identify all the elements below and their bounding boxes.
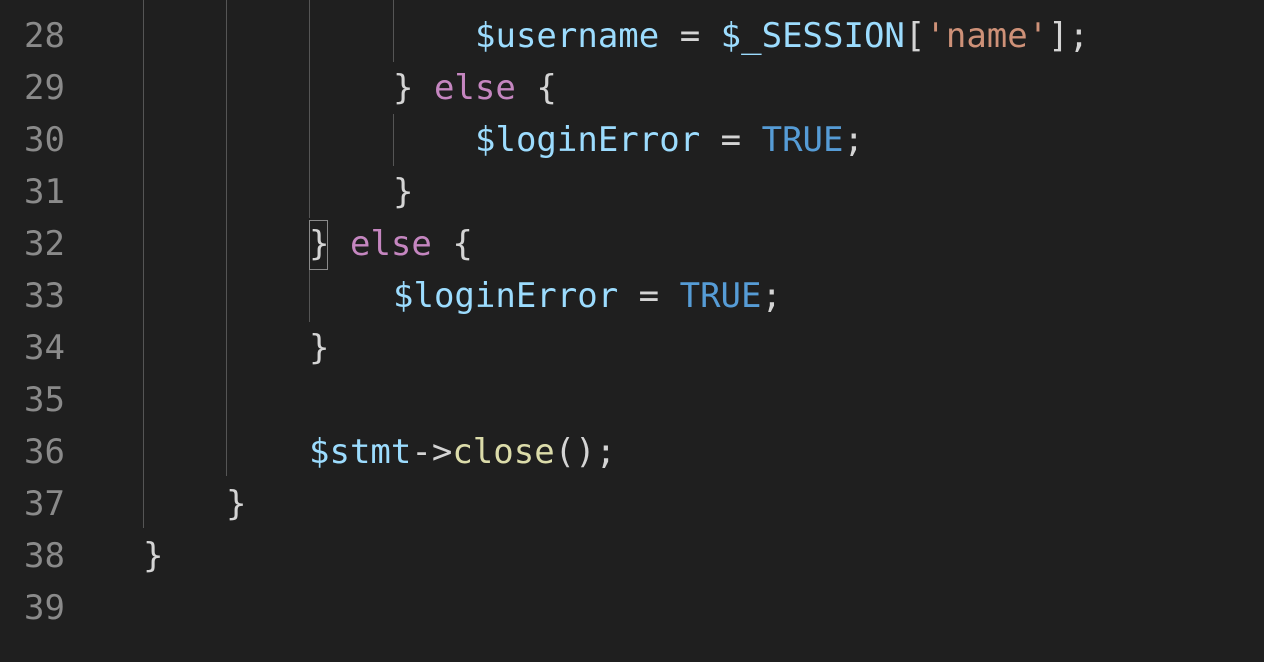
code-token: } xyxy=(309,224,330,264)
code-text[interactable]: $username = $_SESSION['name']; xyxy=(475,10,1089,62)
code-line[interactable]: 32} else { xyxy=(0,218,1264,270)
code-token: = xyxy=(700,120,762,160)
code-token: $loginError xyxy=(475,120,701,160)
code-token: } xyxy=(143,536,164,576)
code-token: 'name' xyxy=(925,16,1049,56)
line-number: 28 xyxy=(24,16,65,56)
code-token: -> xyxy=(411,432,453,472)
code-editor[interactable]: 28 $username = $_SESSION['name']; 29} else… xyxy=(0,0,1264,662)
code-token: { xyxy=(515,68,557,108)
code-text[interactable]: $loginError = TRUE; xyxy=(475,114,864,166)
code-line[interactable]: 39 xyxy=(0,582,1264,634)
code-token: } xyxy=(309,328,330,368)
line-number: 32 xyxy=(24,224,65,264)
code-token: else xyxy=(349,224,432,264)
code-token: = xyxy=(618,276,680,316)
line-number: 34 xyxy=(24,328,65,368)
code-line[interactable]: 36 $stmt->close(); xyxy=(0,426,1264,478)
line-number: 38 xyxy=(24,536,65,576)
code-text[interactable]: } xyxy=(143,530,163,582)
code-token: close xyxy=(452,432,555,472)
code-line[interactable]: 31} xyxy=(0,166,1264,218)
code-token: $loginError xyxy=(393,276,619,316)
code-token: $_SESSION xyxy=(720,16,905,56)
code-text[interactable]: } else { xyxy=(309,218,473,270)
line-number: 29 xyxy=(24,68,65,108)
code-text[interactable]: } else { xyxy=(393,62,557,114)
code-text[interactable]: $stmt->close(); xyxy=(309,426,616,478)
code-token: $username xyxy=(475,16,660,56)
code-token: { xyxy=(431,224,473,264)
line-number: 33 xyxy=(24,276,65,316)
line-number: 35 xyxy=(24,380,65,420)
code-token: = xyxy=(659,16,721,56)
code-line[interactable]: 33 $loginError = TRUE; xyxy=(0,270,1264,322)
code-token: } xyxy=(226,484,247,524)
code-token: ; xyxy=(761,276,782,316)
code-line[interactable]: 30 $loginError = TRUE; xyxy=(0,114,1264,166)
code-line[interactable]: 35 xyxy=(0,374,1264,426)
code-token: TRUE xyxy=(679,276,762,316)
line-number: 36 xyxy=(24,432,65,472)
line-number: 39 xyxy=(24,588,65,628)
code-token: } xyxy=(393,172,414,212)
code-token: TRUE xyxy=(761,120,844,160)
code-line[interactable]: 37} xyxy=(0,478,1264,530)
code-token: $stmt xyxy=(309,432,412,472)
code-token: (); xyxy=(554,432,617,472)
code-text[interactable]: } xyxy=(226,478,246,530)
code-line[interactable]: 29} else { xyxy=(0,62,1264,114)
code-token: ; xyxy=(843,120,864,160)
code-line[interactable]: 34} xyxy=(0,322,1264,374)
line-number: 37 xyxy=(24,484,65,524)
code-token: [ xyxy=(904,16,926,56)
code-line[interactable]: 28 $username = $_SESSION['name']; xyxy=(0,10,1264,62)
line-number: 30 xyxy=(24,120,65,160)
code-token: } xyxy=(393,68,434,108)
code-token: ]; xyxy=(1048,16,1090,56)
code-text[interactable]: $loginError = TRUE; xyxy=(393,270,782,322)
line-number: 31 xyxy=(24,172,65,212)
code-text[interactable]: } xyxy=(393,166,413,218)
code-line[interactable]: 38} xyxy=(0,530,1264,582)
code-text[interactable]: } xyxy=(309,322,329,374)
code-token: else xyxy=(433,68,516,108)
